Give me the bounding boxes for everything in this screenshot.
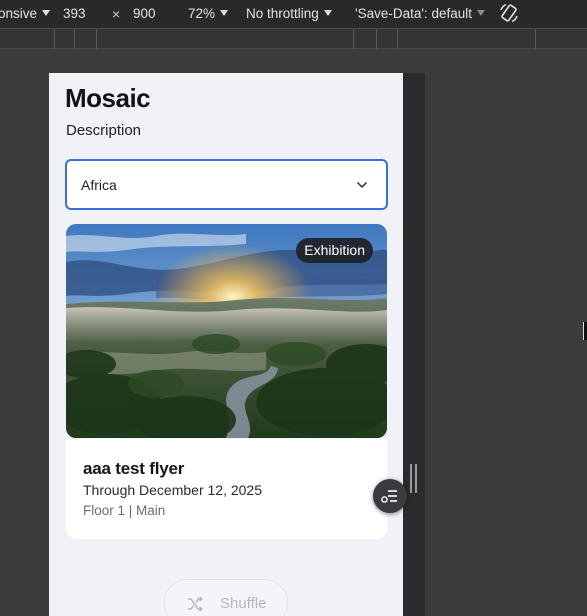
event-card-body[interactable]: aaa test flyer Through December 12, 2025…	[66, 439, 387, 539]
throttling-dropdown[interactable]: No throttling	[246, 5, 332, 23]
save-data-dropdown[interactable]: 'Save-Data': default	[355, 5, 485, 23]
region-select[interactable]: Africa	[65, 159, 388, 210]
device-mode-label: onsive	[0, 6, 38, 21]
caret-down-icon	[42, 10, 51, 16]
shuffle-label: Shuffle	[220, 595, 267, 612]
region-select-value: Africa	[81, 177, 117, 193]
width-input[interactable]: 393	[63, 5, 86, 23]
mouse-cursor	[583, 322, 587, 340]
ruler-tick[interactable]	[397, 29, 398, 49]
device-toolbar: onsive 393 × 900 72% No throttling 'Save…	[0, 0, 587, 28]
exhibition-badge: Exhibition	[296, 238, 373, 263]
throttling-label: No throttling	[246, 6, 319, 21]
ruler-tick[interactable]	[54, 29, 55, 49]
save-data-label: 'Save-Data': default	[355, 6, 472, 21]
shuffle-icon	[188, 596, 203, 612]
ruler-tick[interactable]	[535, 29, 536, 49]
device-viewport: Mosaic Description Africa Exhibition aaa…	[49, 73, 403, 616]
shuffle-button[interactable]: Shuffle	[164, 579, 288, 616]
resize-handle[interactable]	[410, 464, 417, 493]
filter-list-icon	[381, 490, 397, 503]
rotate-icon[interactable]	[498, 2, 520, 24]
chevron-down-icon	[356, 181, 368, 189]
caret-down-icon	[323, 10, 332, 16]
caret-down-icon	[476, 10, 485, 16]
media-query-bar	[0, 28, 587, 49]
zoom-label: 72%	[188, 6, 216, 21]
dimension-separator: ×	[112, 6, 121, 22]
ruler-tick[interactable]	[353, 29, 354, 49]
zoom-dropdown[interactable]: 72%	[188, 5, 229, 23]
event-card-image[interactable]: Exhibition	[66, 224, 387, 438]
filter-list-button[interactable]	[373, 479, 407, 513]
device-mode-dropdown[interactable]: onsive	[0, 5, 51, 23]
event-title: aaa test flyer	[83, 459, 185, 478]
event-location: Floor 1 | Main	[83, 503, 166, 518]
height-input[interactable]: 900	[133, 5, 156, 23]
caret-down-icon	[220, 10, 229, 16]
page-description: Description	[66, 122, 142, 139]
page-title: Mosaic	[65, 83, 151, 113]
viewport-resize-strip	[403, 73, 425, 616]
ruler-tick[interactable]	[376, 29, 377, 49]
event-dates: Through December 12, 2025	[83, 482, 262, 498]
ruler-tick[interactable]	[96, 29, 97, 49]
ruler-tick[interactable]	[74, 29, 75, 49]
